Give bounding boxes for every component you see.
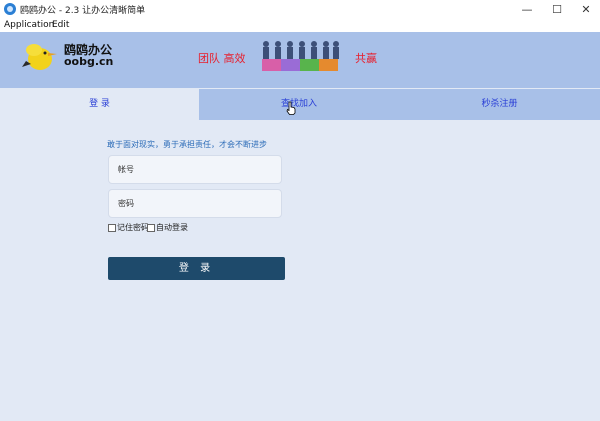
team-people-icon: [262, 41, 339, 71]
maximize-button[interactable]: ☐: [542, 0, 572, 19]
hand-cursor-icon: [286, 101, 296, 115]
slogan-left: 团队 高效: [198, 52, 246, 65]
tab-find-join[interactable]: 查找加入: [199, 89, 399, 120]
menu-edit[interactable]: Edit: [52, 20, 69, 30]
auto-login-checkbox[interactable]: 自动登录: [147, 222, 188, 233]
menu-bar: Application Edit: [0, 19, 600, 33]
checkbox-box[interactable]: [147, 223, 155, 232]
menu-application[interactable]: Application: [4, 20, 54, 30]
login-button[interactable]: 登 录: [108, 257, 285, 280]
title-bar: 鸥鸥办公 - 2.3 让办公清晰简单 — ☐ ✕: [0, 0, 600, 19]
tab-bar: 登 录 查找加入 秒杀注册: [0, 89, 600, 120]
seagull-logo-icon: [22, 44, 57, 70]
account-input[interactable]: [118, 156, 268, 183]
account-field[interactable]: [108, 155, 282, 184]
password-field[interactable]: [108, 189, 282, 218]
window-title: 鸥鸥办公 - 2.3 让办公清晰简单: [20, 6, 146, 16]
remember-password-checkbox[interactable]: 记住密码: [108, 222, 149, 233]
close-button[interactable]: ✕: [571, 0, 600, 19]
header-banner: 鸥鸥办公 oobg.cn 团队 高效 共赢: [0, 32, 600, 88]
remember-password-label: 记住密码: [117, 223, 149, 232]
form-tip: 敢于面对现实，勇于承担责任，才会不断进步: [107, 140, 267, 149]
minimize-button[interactable]: —: [512, 0, 542, 19]
tab-register[interactable]: 秒杀注册: [399, 89, 600, 120]
tab-login[interactable]: 登 录: [0, 89, 199, 120]
password-input[interactable]: [118, 190, 268, 217]
checkbox-box[interactable]: [108, 223, 116, 232]
slogan-right: 共赢: [355, 52, 377, 65]
auto-login-label: 自动登录: [156, 223, 188, 232]
app-logo-icon: [4, 3, 16, 15]
logo-domain: oobg.cn: [64, 55, 114, 68]
